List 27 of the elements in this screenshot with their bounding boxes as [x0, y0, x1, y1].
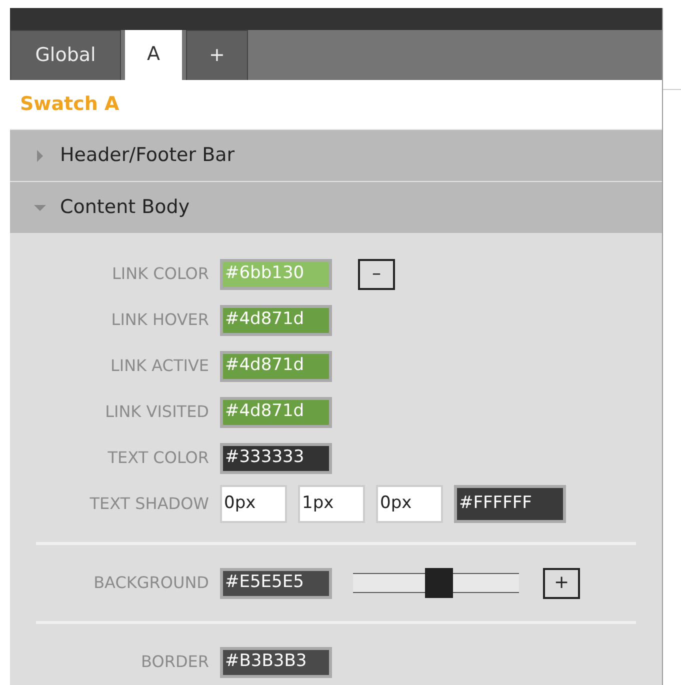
tab[interactable]: A: [125, 30, 182, 80]
section-header[interactable]: Content Body: [10, 181, 662, 233]
section-title: Header/Footer Bar: [60, 143, 235, 168]
slider-thumb[interactable]: [424, 568, 453, 598]
field-label: LINK ACTIVE: [109, 355, 209, 377]
toggle-button[interactable]: –: [358, 258, 395, 290]
field-label: TEXT SHADOW: [88, 493, 209, 515]
toggle-button[interactable]: +: [543, 568, 580, 598]
input-field[interactable]: 0px: [220, 485, 287, 523]
input-field[interactable]: 1px: [298, 485, 365, 523]
color-field[interactable]: #FFFFFF: [454, 485, 566, 523]
color-field[interactable]: #E5E5E5: [220, 568, 332, 598]
field-label: BORDER: [140, 651, 209, 673]
field-label: BACKGROUND: [92, 572, 209, 594]
field-label: LINK VISITED: [104, 401, 209, 423]
section-header[interactable]: Header/Footer Bar: [10, 129, 662, 181]
color-field[interactable]: #333333: [220, 442, 332, 474]
field-label: TEXT COLOR: [106, 447, 209, 469]
caret-right-icon: [34, 150, 46, 162]
field-label: LINK HOVER: [110, 309, 209, 331]
tab[interactable]: Global: [10, 30, 121, 80]
section-title: Content Body: [60, 195, 190, 220]
input-field[interactable]: 0px: [376, 485, 443, 523]
field-label: LINK COLOR: [111, 263, 209, 285]
color-field[interactable]: #B3B3B3: [220, 646, 332, 678]
tab[interactable]: +: [186, 30, 248, 80]
swatch-title: Swatch A: [20, 92, 120, 118]
